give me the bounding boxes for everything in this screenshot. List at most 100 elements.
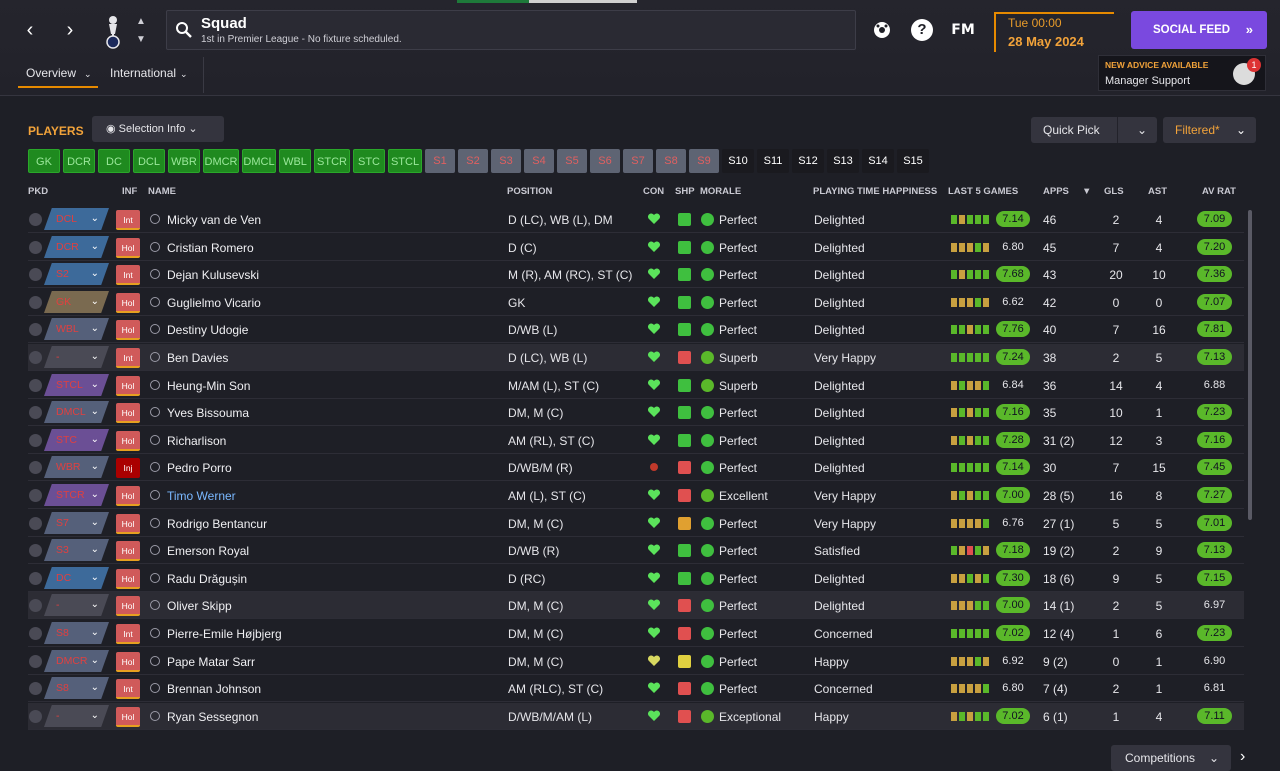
col-av-rat[interactable]: AV RAT bbox=[1202, 186, 1236, 197]
col-name[interactable]: NAME bbox=[148, 186, 176, 197]
position-filter-wbl[interactable]: WBL bbox=[279, 149, 311, 173]
picked-position-dropdown[interactable]: S8 ⌄ bbox=[44, 622, 109, 644]
info-badge[interactable]: Int bbox=[116, 210, 140, 230]
chevron-down-icon[interactable]: ▼ bbox=[134, 34, 148, 46]
position-filter-stcl[interactable]: STCL bbox=[388, 149, 422, 173]
info-badge[interactable]: Hol bbox=[116, 514, 140, 534]
position-filter-gk[interactable]: GK bbox=[28, 149, 60, 173]
position-filter-dmcr[interactable]: DMCR bbox=[203, 149, 239, 173]
player-name[interactable]: Micky van de Ven bbox=[167, 213, 261, 227]
table-row[interactable]: S2 ⌄ Int Dejan Kulusevski M (R), AM (RC), ST… bbox=[28, 261, 1244, 288]
info-badge[interactable]: Hol bbox=[116, 238, 140, 258]
table-row[interactable]: WBL ⌄ Hol Destiny Udogie D/WB (L) Perfect Deli… bbox=[28, 316, 1244, 343]
table-row[interactable]: STCR ⌄ Hol Timo Werner AM (L), ST (C) Excelle… bbox=[28, 482, 1244, 509]
position-filter-s2[interactable]: S2 bbox=[458, 149, 488, 173]
select-checkbox[interactable] bbox=[29, 379, 42, 392]
info-badge[interactable]: Hol bbox=[116, 652, 140, 672]
col-position[interactable]: POSITION bbox=[507, 186, 552, 197]
select-checkbox[interactable] bbox=[29, 351, 42, 364]
table-row[interactable]: STCL ⌄ Hol Heung-Min Son M/AM (L), ST (C) Sup… bbox=[28, 372, 1244, 399]
position-filter-dcr[interactable]: DCR bbox=[63, 149, 95, 173]
picked-position-dropdown[interactable]: WBL ⌄ bbox=[44, 318, 109, 340]
select-checkbox[interactable] bbox=[29, 710, 42, 723]
position-filter-s13[interactable]: S13 bbox=[827, 149, 859, 173]
position-filter-s9[interactable]: S9 bbox=[689, 149, 719, 173]
fm-menu-button[interactable]: FM bbox=[950, 19, 976, 41]
col-playing-time-happiness[interactable]: PLAYING TIME HAPPINESS bbox=[813, 186, 937, 197]
select-checkbox[interactable] bbox=[29, 655, 42, 668]
player-name[interactable]: Destiny Udogie bbox=[167, 323, 248, 337]
position-filter-dc[interactable]: DC bbox=[98, 149, 130, 173]
info-badge[interactable]: Int bbox=[116, 624, 140, 644]
table-row[interactable]: - ⌄ Int Ben Davies D (LC), WB (L) Superb Very … bbox=[28, 344, 1244, 371]
club-crest-icon[interactable] bbox=[100, 12, 126, 50]
col-last-5-games[interactable]: LAST 5 GAMES bbox=[948, 186, 1018, 197]
quick-pick-button[interactable]: Quick Pick ⌄ bbox=[1031, 117, 1157, 143]
back-button[interactable]: ‹ bbox=[18, 18, 42, 42]
info-badge[interactable]: Hol bbox=[116, 707, 140, 727]
info-badge[interactable]: Hol bbox=[116, 376, 140, 396]
player-name[interactable]: Radu Drăgușin bbox=[167, 572, 247, 586]
picked-position-dropdown[interactable]: DCL ⌄ bbox=[44, 208, 109, 230]
position-filter-dcl[interactable]: DCL bbox=[133, 149, 165, 173]
next-page-button[interactable]: › bbox=[1240, 748, 1245, 766]
select-checkbox[interactable] bbox=[29, 489, 42, 502]
picked-position-dropdown[interactable]: S3 ⌄ bbox=[44, 539, 109, 561]
position-filter-s14[interactable]: S14 bbox=[862, 149, 894, 173]
picked-position-dropdown[interactable]: S7 ⌄ bbox=[44, 512, 109, 534]
help-button[interactable]: ? bbox=[911, 19, 933, 41]
player-name[interactable]: Heung-Min Son bbox=[167, 379, 250, 393]
table-row[interactable]: S8 ⌄ Int Pierre-Emile Højbjerg DM, M (C) Perf… bbox=[28, 620, 1244, 647]
picked-position-dropdown[interactable]: - ⌄ bbox=[44, 594, 109, 616]
picked-position-dropdown[interactable]: STCR ⌄ bbox=[44, 484, 109, 506]
select-checkbox[interactable] bbox=[29, 461, 42, 474]
filter-dropdown[interactable]: Filtered* ⌄ bbox=[1163, 117, 1256, 143]
select-checkbox[interactable] bbox=[29, 572, 42, 585]
chevron-up-icon[interactable]: ▲ bbox=[134, 16, 148, 28]
position-filter-s3[interactable]: S3 bbox=[491, 149, 521, 173]
position-filter-s6[interactable]: S6 bbox=[590, 149, 620, 173]
picked-position-dropdown[interactable]: STC ⌄ bbox=[44, 429, 109, 451]
table-row[interactable]: STC ⌄ Hol Richarlison AM (RL), ST (C) Perfect… bbox=[28, 427, 1244, 454]
info-badge[interactable]: Hol bbox=[116, 486, 140, 506]
position-filter-s4[interactable]: S4 bbox=[524, 149, 554, 173]
table-row[interactable]: DMCR ⌄ Hol Pape Matar Sarr DM, M (C) Perfect H… bbox=[28, 648, 1244, 675]
player-name[interactable]: Cristian Romero bbox=[167, 241, 254, 255]
game-date[interactable]: Tue 00:00 28 May 2024 bbox=[994, 12, 1114, 52]
table-row[interactable]: DCL ⌄ Int Micky van de Ven D (LC), WB (L), D… bbox=[28, 206, 1244, 233]
picked-position-dropdown[interactable]: S2 ⌄ bbox=[44, 263, 109, 285]
col-pkd[interactable]: PKD bbox=[28, 186, 48, 197]
player-name[interactable]: Emerson Royal bbox=[167, 544, 249, 558]
info-badge[interactable]: Hol bbox=[116, 569, 140, 589]
select-checkbox[interactable] bbox=[29, 434, 42, 447]
player-name[interactable]: Oliver Skipp bbox=[167, 599, 232, 613]
select-checkbox[interactable] bbox=[29, 544, 42, 557]
picked-position-dropdown[interactable]: GK ⌄ bbox=[44, 291, 109, 313]
col-apps[interactable]: APPS bbox=[1043, 186, 1069, 197]
search-bar[interactable]: Squad 1st in Premier League - No fixture… bbox=[166, 10, 856, 50]
col-inf[interactable]: INF bbox=[122, 186, 137, 197]
info-badge[interactable]: Hol bbox=[116, 431, 140, 451]
position-filter-dmcl[interactable]: DMCL bbox=[242, 149, 276, 173]
info-badge[interactable]: Int bbox=[116, 348, 140, 368]
competitions-dropdown[interactable]: Competitions ⌄ bbox=[1111, 745, 1231, 771]
position-filter-s8[interactable]: S8 bbox=[656, 149, 686, 173]
info-badge[interactable]: Hol bbox=[116, 541, 140, 561]
picked-position-dropdown[interactable]: DCR ⌄ bbox=[44, 236, 109, 258]
player-name[interactable]: Richarlison bbox=[167, 434, 226, 448]
player-name[interactable]: Yves Bissouma bbox=[167, 406, 249, 420]
player-name[interactable]: Pierre-Emile Højbjerg bbox=[167, 627, 282, 641]
col-con[interactable]: CON bbox=[643, 186, 664, 197]
table-row[interactable]: - ⌄ Hol Ryan Sessegnon D/WB/M/AM (L) Exceptio… bbox=[28, 703, 1244, 730]
position-filter-s10[interactable]: S10 bbox=[722, 149, 754, 173]
select-checkbox[interactable] bbox=[29, 213, 42, 226]
select-checkbox[interactable] bbox=[29, 241, 42, 254]
football-icon[interactable] bbox=[871, 19, 893, 41]
info-badge[interactable]: Hol bbox=[116, 596, 140, 616]
player-name[interactable]: Ben Davies bbox=[167, 351, 228, 365]
col-shp[interactable]: SHP bbox=[675, 186, 695, 197]
picked-position-dropdown[interactable]: STCL ⌄ bbox=[44, 374, 109, 396]
scrollbar[interactable] bbox=[1248, 210, 1252, 520]
info-badge[interactable]: Inj bbox=[116, 458, 140, 478]
table-row[interactable]: DMCL ⌄ Hol Yves Bissouma DM, M (C) Perfect Del… bbox=[28, 399, 1244, 426]
